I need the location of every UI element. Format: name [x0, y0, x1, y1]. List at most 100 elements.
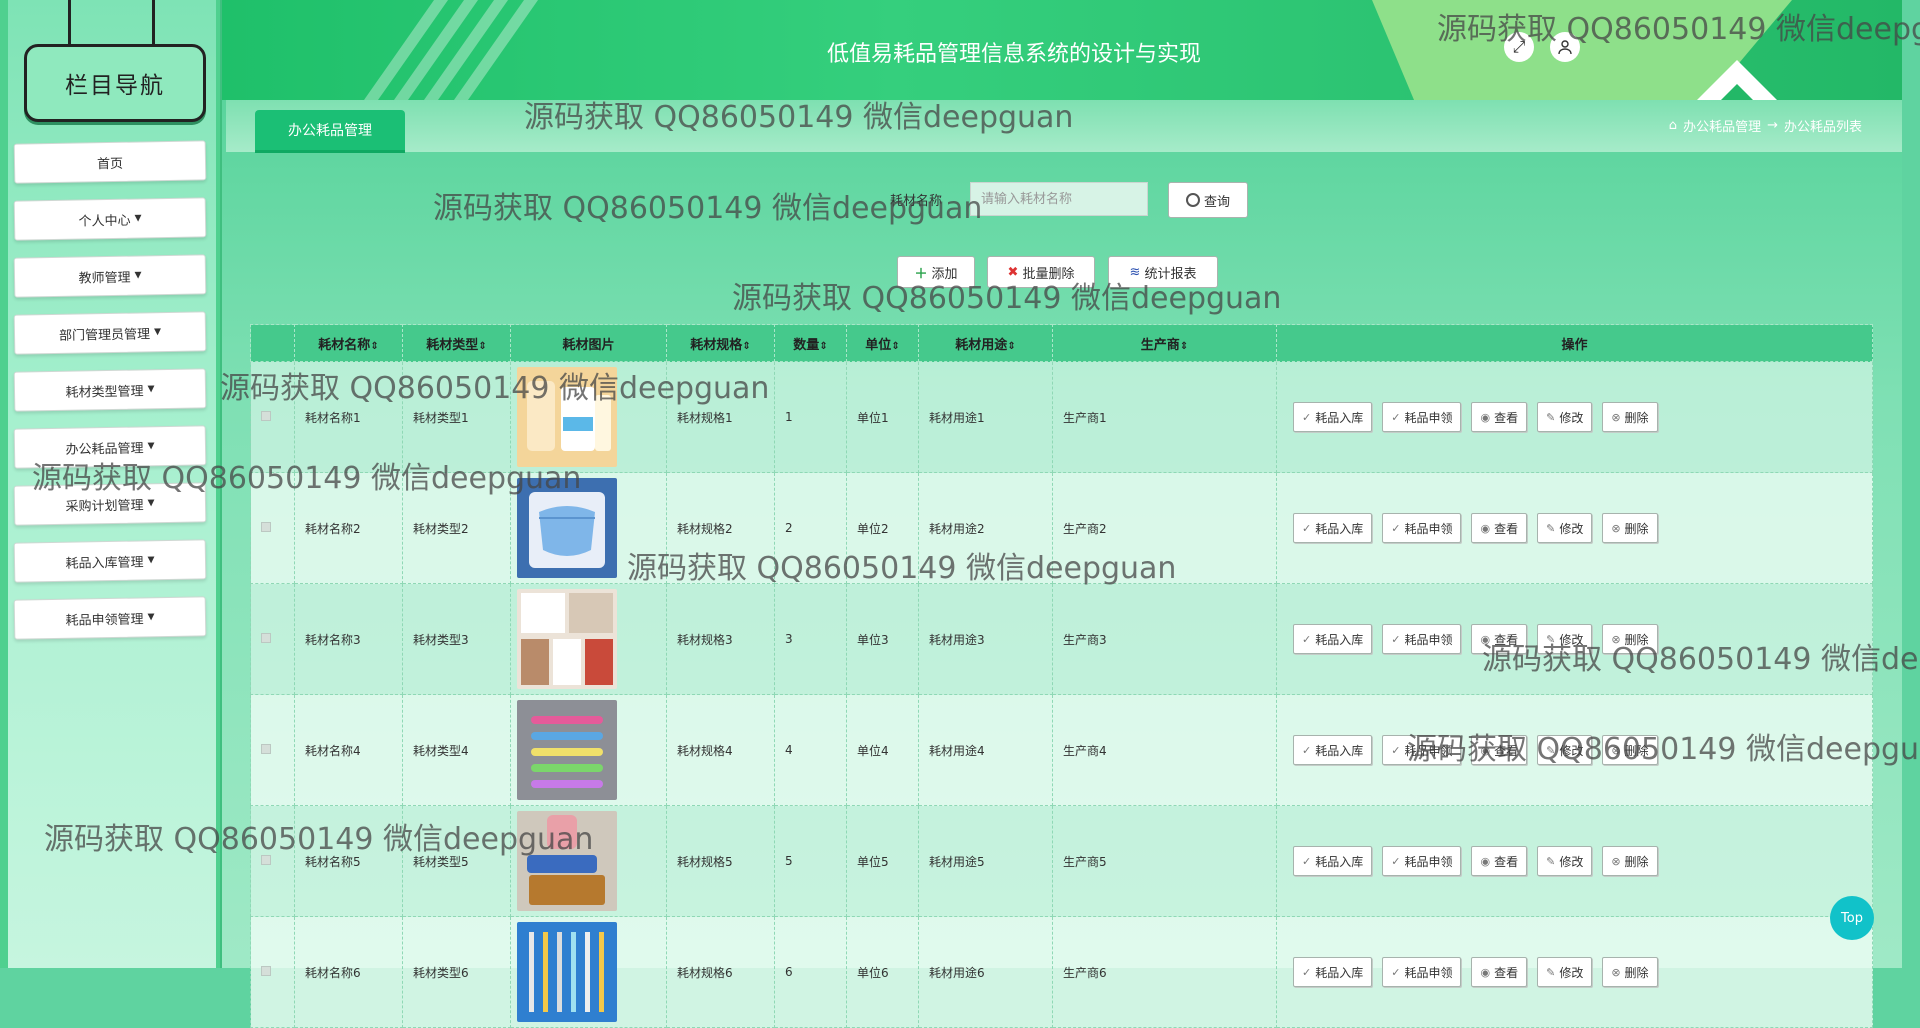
delete-circle-icon: ⊗ [1611, 521, 1621, 535]
sort-icon[interactable]: ⇕ [370, 341, 378, 352]
cell-usage: 耗材用途4 [918, 694, 1053, 806]
sort-icon[interactable]: ⇕ [1180, 341, 1188, 352]
column-header[interactable]: 耗材规格⇕ [666, 324, 775, 362]
row-action-button[interactable]: ✎ 修改 [1537, 846, 1593, 876]
add-button[interactable]: ＋ 添加 [897, 256, 975, 288]
search-button[interactable]: 查询 [1168, 182, 1248, 218]
row-action-button[interactable]: ✓ 耗品申领 [1382, 957, 1462, 987]
row-action-button[interactable]: ⊗ 删除 [1602, 513, 1658, 543]
row-action-button[interactable]: ✓ 耗品入库 [1293, 402, 1373, 432]
row-action-button[interactable]: ⊗ 删除 [1602, 402, 1658, 432]
sidebar-item[interactable]: 个人中心 ▼ [13, 197, 207, 241]
row-action-button[interactable]: ◉ 查看 [1471, 957, 1528, 987]
row-action-button[interactable]: ✎ 修改 [1537, 402, 1593, 432]
cell-unit: 单位1 [846, 361, 919, 473]
cell-spec: 耗材规格4 [666, 694, 775, 806]
row-action-button[interactable]: ✓ 耗品申领 [1382, 402, 1462, 432]
row-action-button[interactable]: ✓ 耗品入库 [1293, 735, 1373, 765]
sidebar-item[interactable]: 耗品入库管理 ▼ [13, 539, 207, 583]
report-button[interactable]: ≋ 统计报表 [1108, 256, 1218, 288]
breadcrumb-level1[interactable]: 办公耗品管理 [1683, 116, 1761, 135]
row-action-button[interactable]: ✓ 耗品申领 [1382, 735, 1462, 765]
row-checkbox[interactable] [261, 633, 271, 643]
row-action-button[interactable]: ⊗ 删除 [1602, 624, 1658, 654]
add-button-label: 添加 [931, 266, 958, 282]
row-action-button[interactable]: ✎ 修改 [1537, 513, 1593, 543]
sidebar-item[interactable]: 耗材类型管理 ▼ [13, 368, 207, 412]
column-header[interactable]: 耗材类型⇕ [402, 324, 511, 362]
eye-icon: ◉ [1480, 521, 1491, 535]
row-action-label: 耗品申领 [1404, 521, 1453, 536]
sidebar-item[interactable]: 耗品申领管理 ▼ [13, 596, 207, 640]
back-to-top-button[interactable]: Top [1830, 896, 1874, 940]
row-action-button[interactable]: ◉ 查看 [1471, 402, 1528, 432]
row-action-button[interactable]: ✎ 修改 [1537, 735, 1593, 765]
row-action-button[interactable]: ⊗ 删除 [1602, 735, 1658, 765]
edit-icon: ✎ [1546, 965, 1556, 979]
search-input[interactable] [970, 182, 1148, 216]
row-action-button[interactable]: ⊗ 删除 [1602, 957, 1658, 987]
expand-icon[interactable]: ⤢ [1504, 32, 1534, 62]
row-action-button[interactable]: ◉ 查看 [1471, 513, 1528, 543]
row-action-button[interactable]: ◉ 查看 [1471, 846, 1528, 876]
check-circle-icon: ✓ [1391, 521, 1401, 535]
row-action-button[interactable]: ✓ 耗品申领 [1382, 846, 1462, 876]
row-actions: ✓ 耗品入库 ✓ 耗品申领 ◉ 查看 ✎ 修改 ⊗ 删除 [1276, 361, 1873, 473]
table-row: 耗材名称3 耗材类型3 耗材规格3 3 单位3 耗材用途3 生产商3 ✓ 耗品入库 ✓ 耗品申领 ◉ 查… [250, 583, 1873, 695]
image-cell [510, 583, 667, 695]
batch-delete-button[interactable]: ✖ 批量删除 [987, 256, 1095, 288]
cell-spec: 耗材规格3 [666, 583, 775, 695]
sort-icon[interactable]: ⇕ [819, 341, 827, 352]
row-checkbox-cell [250, 583, 295, 695]
column-header[interactable]: 单位⇕ [846, 324, 919, 362]
user-icon[interactable] [1550, 32, 1580, 62]
eye-icon: ◉ [1480, 743, 1491, 757]
column-header[interactable]: 生产商⇕ [1052, 324, 1277, 362]
row-checkbox[interactable] [261, 522, 271, 532]
row-action-label: 删除 [1624, 854, 1649, 869]
row-action-button[interactable]: ✓ 耗品入库 [1293, 513, 1373, 543]
home-icon[interactable]: ⌂ [1669, 118, 1677, 133]
row-action-button[interactable]: ✓ 耗品入库 [1293, 624, 1373, 654]
sort-icon[interactable]: ⇕ [742, 341, 750, 352]
tab-office-supplies[interactable]: 办公耗品管理 [255, 110, 405, 153]
row-checkbox[interactable] [261, 411, 271, 421]
sidebar-item[interactable]: 教师管理 ▼ [13, 254, 207, 298]
check-circle-icon: ✓ [1302, 410, 1312, 424]
delete-circle-icon: ⊗ [1611, 632, 1621, 646]
table-row: 耗材名称6 耗材类型6 耗材规格6 6 单位6 耗材用途6 生产商6 ✓ 耗品入库 ✓ 耗品申领 ◉ 查… [250, 916, 1873, 1028]
cell-qty: 5 [774, 805, 847, 917]
sort-icon[interactable]: ⇕ [1007, 341, 1015, 352]
sidebar-item[interactable]: 办公耗品管理 ▼ [13, 425, 207, 469]
select-all-header[interactable] [250, 324, 295, 362]
sidebar-item-label: 部门管理员管理 [58, 326, 151, 344]
sidebar-item[interactable]: 首页 [13, 140, 207, 184]
column-header[interactable]: 耗材名称⇕ [294, 324, 403, 362]
caret-down-icon: ▼ [147, 384, 155, 395]
row-checkbox[interactable] [261, 744, 271, 754]
row-action-button[interactable]: ✓ 耗品入库 [1293, 957, 1373, 987]
row-action-button[interactable]: ◉ 查看 [1471, 735, 1528, 765]
sidebar-item[interactable]: 采购计划管理 ▼ [13, 482, 207, 526]
row-action-button[interactable]: ✎ 修改 [1537, 957, 1593, 987]
sort-icon[interactable]: ⇕ [478, 341, 486, 352]
row-checkbox[interactable] [261, 855, 271, 865]
column-header[interactable]: 耗材用途⇕ [918, 324, 1053, 362]
row-checkbox-cell [250, 472, 295, 584]
column-header[interactable]: 数量⇕ [774, 324, 847, 362]
row-action-button[interactable]: ✎ 修改 [1537, 624, 1593, 654]
cell-type: 耗材类型1 [402, 361, 511, 473]
column-header-label: 耗材类型 [426, 337, 479, 353]
cell-maker: 生产商1 [1052, 361, 1277, 473]
table-row: 耗材名称5 耗材类型5 耗材规格5 5 单位5 耗材用途5 生产商5 ✓ 耗品入库 ✓ 耗品申领 ◉ 查… [250, 805, 1873, 917]
toothbrushes-photo [517, 700, 617, 800]
cell-name: 耗材名称4 [294, 694, 403, 806]
row-action-button[interactable]: ✓ 耗品申领 [1382, 513, 1462, 543]
row-action-button[interactable]: ◉ 查看 [1471, 624, 1528, 654]
row-action-button[interactable]: ✓ 耗品入库 [1293, 846, 1373, 876]
cell-usage: 耗材用途2 [918, 472, 1053, 584]
sort-icon[interactable]: ⇕ [891, 341, 899, 352]
sidebar-item[interactable]: 部门管理员管理 ▼ [13, 311, 207, 355]
row-action-button[interactable]: ⊗ 删除 [1602, 846, 1658, 876]
row-action-button[interactable]: ✓ 耗品申领 [1382, 624, 1462, 654]
